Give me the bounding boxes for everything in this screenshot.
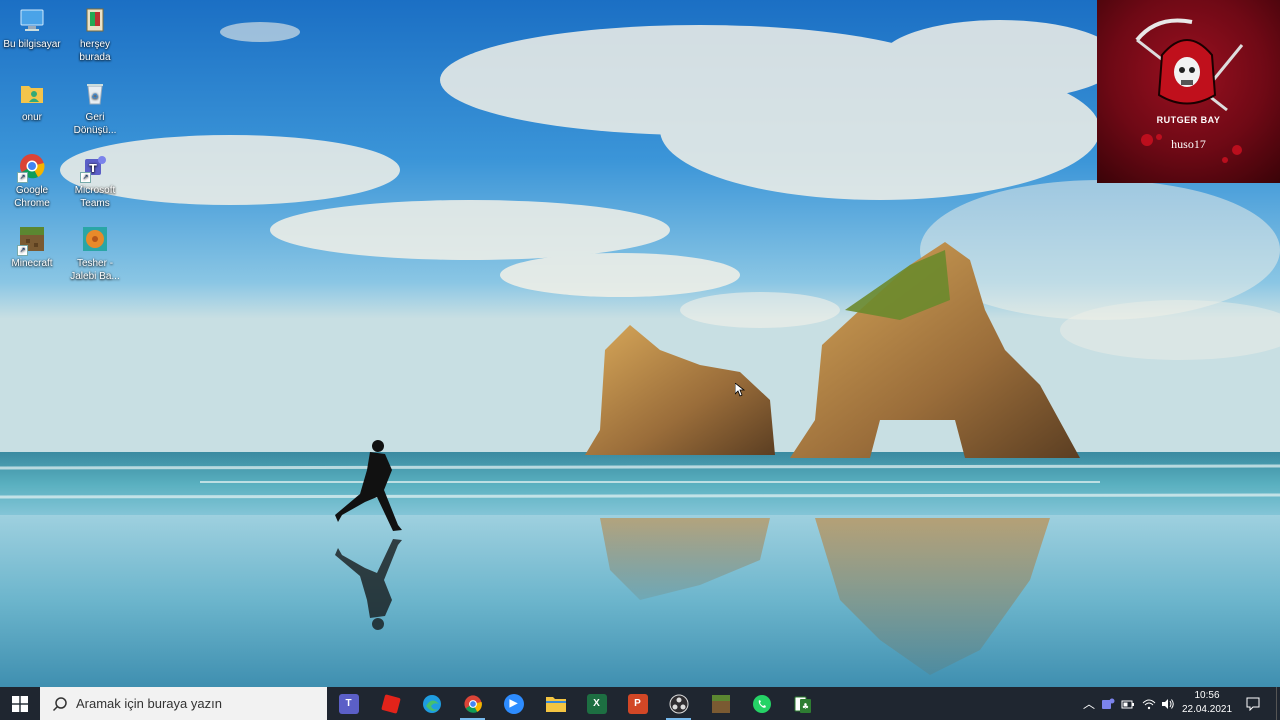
edge-icon	[422, 694, 441, 713]
wifi-icon	[1142, 699, 1156, 709]
taskbar: T ▶ X P ♣ ︿ 10:	[0, 687, 1280, 720]
svg-text:♣: ♣	[801, 702, 808, 711]
zoom-icon: ▶	[503, 693, 524, 714]
mouse-cursor-icon	[734, 382, 746, 402]
desktop-icon-label: onur	[21, 112, 42, 123]
desktop-icon-label: Google Chrome	[14, 185, 50, 209]
taskbar-app-minecraft[interactable]	[700, 687, 741, 720]
desktop-icon-google-chrome[interactable]: ↗ Google Chrome	[0, 148, 64, 210]
user-folder-icon	[18, 79, 46, 109]
taskbar-app-file-explorer[interactable]	[535, 687, 576, 720]
taskbar-app-chrome[interactable]	[452, 687, 493, 720]
desktop-icon-label: Microsoft Teams	[74, 185, 116, 209]
taskbar-app-teams[interactable]: T	[328, 687, 369, 720]
channel-username: huso17	[1171, 137, 1206, 151]
roblox-icon	[380, 693, 401, 714]
volume-icon	[1162, 698, 1174, 709]
channel-brand-text: RUTGER BAY	[1156, 115, 1221, 125]
channel-logo-overlay: RUTGER BAY huso17	[1097, 0, 1280, 183]
taskbar-search-box[interactable]	[40, 687, 327, 720]
desktop-icon-tesher-jalebi[interactable]: Tesher - Jalebi Ba...	[63, 221, 127, 283]
battery-icon	[1121, 700, 1134, 708]
desktop-icon-label: Tesher - Jalebi Ba...	[70, 258, 120, 282]
solitaire-icon: ♣	[794, 696, 811, 713]
desktop-icon-recycle-bin[interactable]: ♻ Geri Dönüşü...	[63, 75, 127, 137]
taskbar-clock[interactable]: 10:56 22.04.2021	[1176, 689, 1238, 717]
desktop-icon-label: Minecraft	[11, 258, 53, 269]
clock-time: 10:56	[1194, 690, 1220, 701]
search-input[interactable]	[74, 695, 308, 712]
taskbar-app-zoom[interactable]: ▶	[493, 687, 534, 720]
whatsapp-icon	[752, 694, 771, 713]
music-icon	[81, 225, 109, 255]
windows-logo-icon	[12, 695, 28, 712]
desktop-icon-label: Bu bilgisayar	[3, 39, 61, 50]
tray-battery[interactable]	[1118, 687, 1138, 720]
desktop-icon-onur[interactable]: onur	[0, 75, 64, 124]
chrome-icon	[463, 694, 482, 713]
notification-icon	[1246, 697, 1260, 711]
taskbar-app-powerpoint[interactable]: P	[617, 687, 658, 720]
desktop-icon-minecraft[interactable]: ↗ Minecraft	[0, 221, 64, 270]
show-hidden-icons-button[interactable]: ︿	[1080, 687, 1098, 720]
chrome-icon: ↗	[17, 152, 46, 183]
show-desktop-button[interactable]	[1276, 687, 1280, 720]
excel-icon: X	[586, 693, 607, 714]
folder-icon	[545, 696, 566, 712]
minecraft-icon	[711, 694, 730, 713]
computer-icon	[18, 6, 46, 36]
teams-icon: T ↗	[80, 152, 109, 183]
reaper-logo-icon	[1135, 18, 1244, 163]
desktop-icon-label: Geri Dönüşü...	[73, 112, 117, 136]
svg-text:♻: ♻	[91, 92, 98, 101]
desktop-wallpaper	[0, 0, 1280, 687]
teams-icon: T	[338, 693, 359, 714]
powerpoint-icon: P	[627, 693, 648, 714]
desktop-icon-hersey-burada[interactable]: herşey burada	[63, 2, 127, 64]
recycle-bin-icon: ♻	[81, 79, 109, 109]
desktop-icon-microsoft-teams[interactable]: T ↗ Microsoft Teams	[63, 148, 127, 210]
taskbar-app-excel[interactable]: X	[576, 687, 617, 720]
start-button[interactable]	[0, 687, 40, 720]
search-icon	[52, 696, 67, 711]
desktop-icon-this-pc[interactable]: Bu bilgisayar	[0, 2, 64, 51]
action-center-button[interactable]	[1240, 687, 1266, 720]
chevron-up-icon: ︿	[1082, 697, 1095, 711]
taskbar-app-obs[interactable]	[658, 687, 699, 720]
folder-icon	[81, 6, 109, 36]
taskbar-app-solitaire[interactable]: ♣	[782, 687, 823, 720]
taskbar-app-roblox[interactable]	[370, 687, 411, 720]
taskbar-app-edge[interactable]	[411, 687, 452, 720]
tray-wifi[interactable]	[1139, 687, 1159, 720]
teams-icon	[1102, 698, 1115, 709]
tray-teams[interactable]	[1099, 687, 1117, 720]
taskbar-app-whatsapp[interactable]	[741, 687, 782, 720]
clock-date: 22.04.2021	[1181, 704, 1233, 715]
desktop-icon-label: herşey burada	[79, 39, 111, 63]
tray-volume[interactable]	[1158, 687, 1178, 720]
obs-icon	[669, 694, 688, 713]
minecraft-icon: ↗	[17, 225, 46, 256]
